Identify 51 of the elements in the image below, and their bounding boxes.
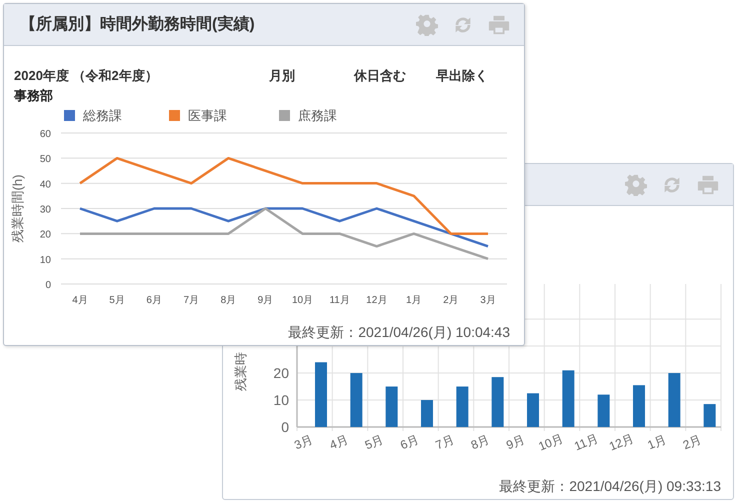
axis-tick-label: 7月 [434,432,456,452]
axis-tick-label: 10 [40,254,51,266]
axis-tick-label: 0 [281,419,289,435]
panel-title: 【所属別】時間外勤務時間(実績) [20,14,255,34]
axis-tick-label: 3月 [292,432,315,452]
axis-tick-label: 3月 [480,295,496,306]
filter-label: 月別 [269,67,296,86]
axis-tick-label: 10月 [536,431,566,454]
axis-tick-label: 2月 [680,432,704,452]
last-updated-text: 最終更新：2021/04/26(月) 09:33:13 [499,478,721,494]
axis-tick-label: 9月 [504,432,527,452]
axis-tick-label: 10 [273,392,289,408]
axis-tick-label: 20 [40,230,51,241]
legend-label: 総務課 [83,108,122,123]
axis-tick-label: 9月 [258,295,274,306]
print-icon[interactable] [697,174,719,196]
settings-icon[interactable] [416,14,438,36]
axis-tick-label: 4月 [328,432,350,452]
axis-tick-label: 7月 [184,295,200,306]
axis-tick-label: 1月 [406,295,422,306]
axis-tick-label: 5月 [109,295,125,306]
print-icon[interactable] [488,14,510,36]
axis-tick-label: 4月 [72,295,88,306]
axis-tick-label: 50 [40,154,51,166]
axis-tick-label: 30 [40,204,51,216]
axis-tick-label: 12月 [366,295,388,306]
axis-tick-label: 11月 [329,295,350,306]
axis-tick-label: 2月 [443,295,459,306]
filter-label: 休日含む [354,67,407,86]
axis-tick-label: 20 [273,365,289,382]
axis-tick-label: 11月 [572,431,600,454]
axis-tick-label: 12月 [607,431,636,454]
legend-label: 庶務課 [298,108,337,123]
legend-label: 医事課 [188,108,227,123]
axis-tick-label: 40 [40,179,51,190]
axis-tick-label: 8月 [220,295,236,306]
axis-tick-label: 6月 [146,295,162,306]
settings-icon[interactable] [625,174,647,196]
axis-tick-label: 5月 [362,432,386,452]
axis-tick-label: 10月 [292,295,314,306]
axis-tick-label: 0 [45,280,51,291]
axis-tick-label: 1月 [646,432,668,452]
filter-label: 2020年度 （令和2年度） [14,67,159,86]
axis-tick-label: 60 [40,129,51,140]
filter-label: 早出除く [436,67,489,86]
axis-tick-label: 6月 [398,432,421,452]
axis-tick-label: 8月 [468,432,492,452]
axis-title: 残業時間(h) [10,174,25,242]
last-updated-text: 最終更新：2021/04/26(月) 10:04:43 [288,323,510,342]
department-label: 事務部 [14,87,53,106]
axis-title: 残業時 [233,352,248,391]
